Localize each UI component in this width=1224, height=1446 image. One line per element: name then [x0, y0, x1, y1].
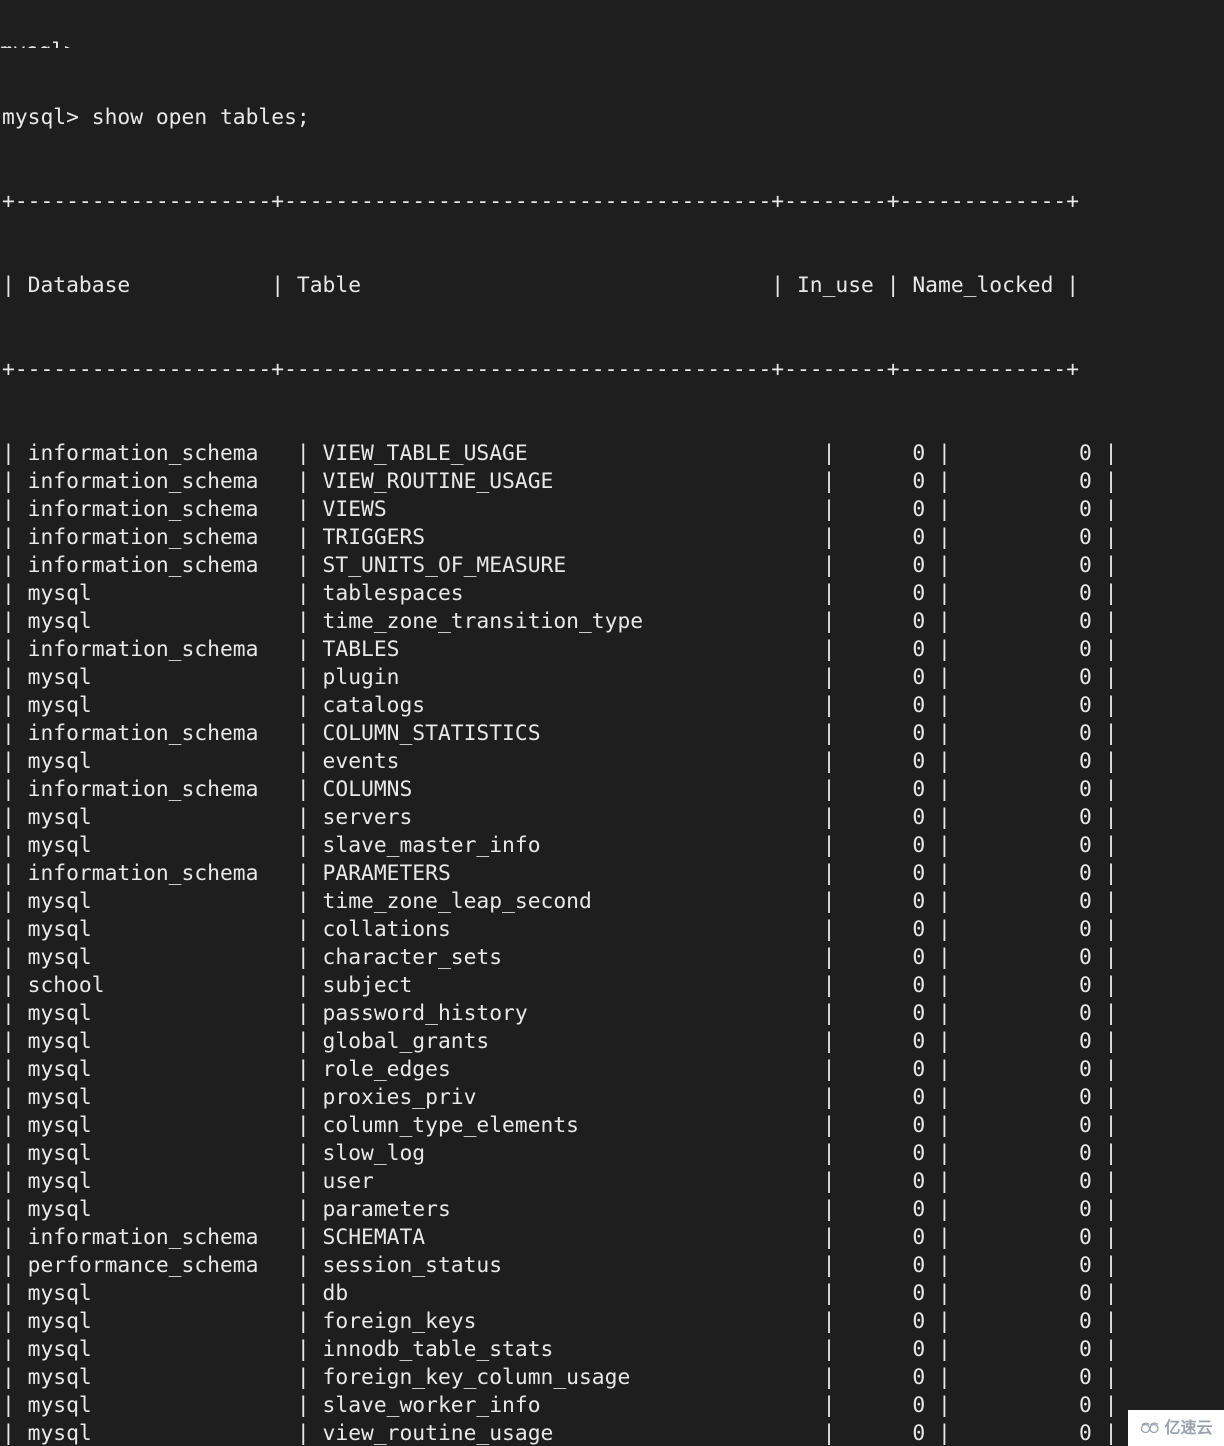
- table-row: | mysql | column_type_elements | 0 | 0 |: [2, 1113, 1118, 1138]
- table-row: | mysql | password_history | 0 | 0 |: [2, 1001, 1118, 1026]
- table-row: | mysql | view_routine_usage | 0 | 0 |: [2, 1421, 1118, 1446]
- table-row: | information_schema | VIEWS | 0 | 0 |: [2, 497, 1118, 522]
- table-row: | school | subject | 0 | 0 |: [2, 973, 1118, 998]
- table-top-border: +--------------------+------------------…: [2, 189, 1080, 214]
- table-row: | mysql | role_edges | 0 | 0 |: [2, 1057, 1118, 1082]
- watermark-text: 亿速云: [1164, 1418, 1213, 1437]
- table-row: | mysql | tablespaces | 0 | 0 |: [2, 581, 1118, 606]
- cloud-icon: [1141, 1422, 1160, 1434]
- table-row: | mysql | proxies_priv | 0 | 0 |: [2, 1085, 1118, 1110]
- table-header-row: | Database | Table | In_use | Name_locke…: [2, 273, 1080, 298]
- table-row: | mysql | events | 0 | 0 |: [2, 749, 1118, 774]
- table-row: | mysql | parameters | 0 | 0 |: [2, 1197, 1118, 1222]
- table-row: | mysql | character_sets | 0 | 0 |: [2, 945, 1118, 970]
- table-row: | performance_schema | session_status | …: [2, 1253, 1118, 1278]
- table-row: | mysql | collations | 0 | 0 |: [2, 917, 1118, 942]
- watermark: 亿速云: [1128, 1410, 1224, 1446]
- table-row: | information_schema | VIEW_TABLE_USAGE …: [2, 441, 1118, 466]
- table-row: | information_schema | TRIGGERS | 0 | 0 …: [2, 525, 1118, 550]
- table-row: | information_schema | SCHEMATA | 0 | 0 …: [2, 1225, 1118, 1250]
- table-row: | mysql | foreign_keys | 0 | 0 |: [2, 1309, 1118, 1334]
- table-row: | mysql | slave_master_info | 0 | 0 |: [2, 833, 1118, 858]
- table-body: | information_schema | VIEW_TABLE_USAGE …: [0, 440, 1224, 1446]
- table-row: | mysql | slow_log | 0 | 0 |: [2, 1141, 1118, 1166]
- table-row: | mysql | servers | 0 | 0 |: [2, 805, 1118, 830]
- table-row: | information_schema | PARAMETERS | 0 | …: [2, 861, 1118, 886]
- table-row: | mysql | plugin | 0 | 0 |: [2, 665, 1118, 690]
- table-row: | mysql | foreign_key_column_usage | 0 |…: [2, 1365, 1118, 1390]
- table-row: | information_schema | ST_UNITS_OF_MEASU…: [2, 553, 1118, 578]
- table-row: | information_schema | COLUMN_STATISTICS…: [2, 721, 1118, 746]
- table-row: | information_schema | COLUMNS | 0 | 0 |: [2, 777, 1118, 802]
- table-row: | mysql | time_zone_leap_second | 0 | 0 …: [2, 889, 1118, 914]
- terminal-output[interactable]: mysql> mysql> show open tables; +-------…: [0, 0, 1224, 1446]
- table-row: | mysql | time_zone_transition_type | 0 …: [2, 609, 1118, 634]
- clipped-previous-line: mysql>: [0, 38, 1224, 48]
- table-row: | mysql | db | 0 | 0 |: [2, 1281, 1118, 1306]
- table-row: | mysql | user | 0 | 0 |: [2, 1169, 1118, 1194]
- table-row: | mysql | innodb_table_stats | 0 | 0 |: [2, 1337, 1118, 1362]
- table-row: | mysql | global_grants | 0 | 0 |: [2, 1029, 1118, 1054]
- table-row: | mysql | slave_worker_info | 0 | 0 |: [2, 1393, 1118, 1418]
- table-row: | information_schema | VIEW_ROUTINE_USAG…: [2, 469, 1118, 494]
- prompt-line: mysql> show open tables;: [2, 105, 310, 130]
- table-row: | mysql | catalogs | 0 | 0 |: [2, 693, 1118, 718]
- table-header-border: +--------------------+------------------…: [2, 357, 1080, 382]
- table-row: | information_schema | TABLES | 0 | 0 |: [2, 637, 1118, 662]
